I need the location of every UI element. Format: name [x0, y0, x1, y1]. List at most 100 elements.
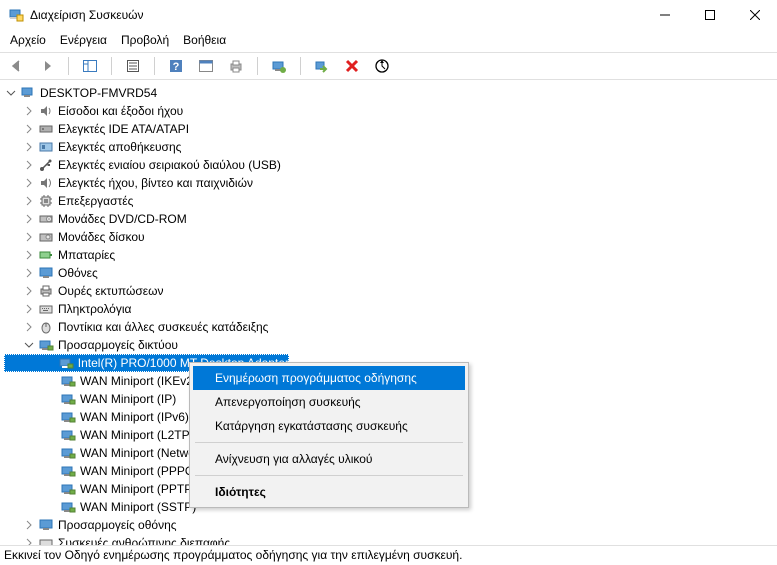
forward-button[interactable] [36, 55, 58, 77]
category-monitor[interactable]: Οθόνες [4, 264, 773, 282]
category-mouse[interactable]: Ποντίκια και άλλες συσκευές κατάδειξης [4, 318, 773, 336]
expand-icon[interactable] [22, 248, 36, 262]
network-adapter-icon [60, 481, 76, 497]
menu-help[interactable]: Βοήθεια [183, 33, 226, 47]
properties-button[interactable] [122, 55, 144, 77]
category-usb[interactable]: Ελεγκτές ενιαίου σειριακού διαύλου (USB) [4, 156, 773, 174]
context-properties[interactable]: Ιδιότητες [193, 480, 465, 504]
context-separator [195, 442, 463, 443]
window-title: Διαχείριση Συσκευών [30, 8, 642, 22]
device-label: WAN Miniport (PPTP) [80, 480, 196, 498]
category-sound[interactable]: Ελεγκτές ήχου, βίντεο και παιχνιδιών [4, 174, 773, 192]
device-label: WAN Miniport (L2TP) [80, 426, 194, 444]
maximize-button[interactable] [687, 0, 732, 30]
context-item-label: Κατάργηση εγκατάστασης συσκευής [215, 419, 408, 433]
printer-icon [38, 283, 54, 299]
mouse-icon [38, 319, 54, 335]
category-network[interactable]: Προσαρμογείς δικτύου [4, 336, 773, 354]
category-cpu[interactable]: Επεξεργαστές [4, 192, 773, 210]
minimize-button[interactable] [642, 0, 687, 30]
expand-icon[interactable] [22, 176, 36, 190]
app-icon [8, 7, 24, 23]
expand-icon[interactable] [22, 518, 36, 532]
keyboard-icon [38, 301, 54, 317]
menu-file[interactable]: Αρχείο [10, 33, 46, 47]
expand-icon[interactable] [22, 320, 36, 334]
network-adapter-icon [60, 391, 76, 407]
menubar: Αρχείο Ενέργεια Προβολή Βοήθεια [0, 30, 777, 52]
ide-icon [38, 121, 54, 137]
category-label: Ελεγκτές ήχου, βίντεο και παιχνιδιών [58, 174, 253, 192]
category-storage[interactable]: Ελεγκτές αποθήκευσης [4, 138, 773, 156]
context-disable-device[interactable]: Απενεργοποίηση συσκευής [193, 390, 465, 414]
context-item-label: Απενεργοποίηση συσκευής [215, 395, 361, 409]
menu-action[interactable]: Ενέργεια [60, 33, 107, 47]
expand-icon[interactable] [22, 302, 36, 316]
action-button[interactable] [195, 55, 217, 77]
device-label: WAN Miniport (IP) [80, 390, 176, 408]
category-audio-io[interactable]: Είσοδοι και έξοδοι ήχου [4, 102, 773, 120]
menu-view[interactable]: Προβολή [121, 33, 169, 47]
expand-icon[interactable] [22, 194, 36, 208]
enable-device-button[interactable] [311, 55, 333, 77]
category-label: Μονάδες DVD/CD-ROM [58, 210, 187, 228]
category-disk[interactable]: Μονάδες δίσκου [4, 228, 773, 246]
display-adapter-icon [38, 517, 54, 533]
expand-icon[interactable] [22, 266, 36, 280]
expand-icon[interactable] [22, 158, 36, 172]
tree-root[interactable]: DESKTOP-FMVRD54 [4, 84, 773, 102]
update-driver-button[interactable] [268, 55, 290, 77]
titlebar: Διαχείριση Συσκευών [0, 0, 777, 30]
category-keyboard[interactable]: Πληκτρολόγια [4, 300, 773, 318]
context-update-driver[interactable]: Ενημέρωση προγράμματος οδήγησης [193, 366, 465, 390]
category-dvd[interactable]: Μονάδες DVD/CD-ROM [4, 210, 773, 228]
expand-icon[interactable] [22, 140, 36, 154]
device-label: WAN Miniport (PPPOE) [80, 462, 206, 480]
context-menu: Ενημέρωση προγράμματος οδήγησης Απενεργο… [189, 362, 469, 508]
status-text: Εκκινεί τον Οδηγό ενημέρωσης προγράμματο… [4, 548, 462, 562]
print-button[interactable] [225, 55, 247, 77]
expand-icon[interactable] [22, 284, 36, 298]
category-display[interactable]: Προσαρμογείς οθόνης [4, 516, 773, 534]
network-adapter-icon [60, 445, 76, 461]
collapse-icon[interactable] [4, 86, 18, 100]
expand-icon[interactable] [22, 230, 36, 244]
usb-icon [38, 157, 54, 173]
category-label: Οθόνες [58, 264, 98, 282]
toolbar: ? [0, 52, 777, 80]
network-adapter-icon [60, 409, 76, 425]
category-label: Πληκτρολόγια [58, 300, 131, 318]
back-button[interactable] [6, 55, 28, 77]
scan-hardware-button[interactable] [371, 55, 393, 77]
tree-root-label: DESKTOP-FMVRD54 [40, 84, 157, 102]
category-ide[interactable]: Ελεγκτές IDE ATA/ATAPI [4, 120, 773, 138]
show-hide-tree-button[interactable] [79, 55, 101, 77]
uninstall-device-button[interactable] [341, 55, 363, 77]
device-label: WAN Miniport (IPv6) [80, 408, 189, 426]
collapse-icon[interactable] [22, 338, 36, 352]
context-item-label: Ανίχνευση για αλλαγές υλικού [215, 452, 373, 466]
close-button[interactable] [732, 0, 777, 30]
category-battery[interactable]: Μπαταρίες [4, 246, 773, 264]
category-label: Προσαρμογείς οθόνης [58, 516, 177, 534]
category-label: Μονάδες δίσκου [58, 228, 145, 246]
context-item-label: Ενημέρωση προγράμματος οδήγησης [215, 371, 417, 385]
expand-icon[interactable] [22, 104, 36, 118]
svg-text:?: ? [173, 61, 180, 73]
device-label: WAN Miniport (SSTP) [80, 498, 196, 516]
context-scan-hardware[interactable]: Ανίχνευση για αλλαγές υλικού [193, 447, 465, 471]
context-uninstall-device[interactable]: Κατάργηση εγκατάστασης συσκευής [193, 414, 465, 438]
expand-icon[interactable] [22, 212, 36, 226]
toolbar-separator [111, 57, 112, 75]
storage-controller-icon [38, 139, 54, 155]
toolbar-separator [300, 57, 301, 75]
category-print-queues[interactable]: Ουρές εκτυπώσεων [4, 282, 773, 300]
expand-icon[interactable] [22, 122, 36, 136]
category-label: Επεξεργαστές [58, 192, 133, 210]
monitor-icon [38, 265, 54, 281]
statusbar: Εκκινεί τον Οδηγό ενημέρωσης προγράμματο… [0, 545, 777, 565]
device-label: WAN Miniport (IKEv2) [80, 372, 197, 390]
help-button[interactable]: ? [165, 55, 187, 77]
audio-io-icon [38, 103, 54, 119]
network-adapter-icon [60, 373, 76, 389]
